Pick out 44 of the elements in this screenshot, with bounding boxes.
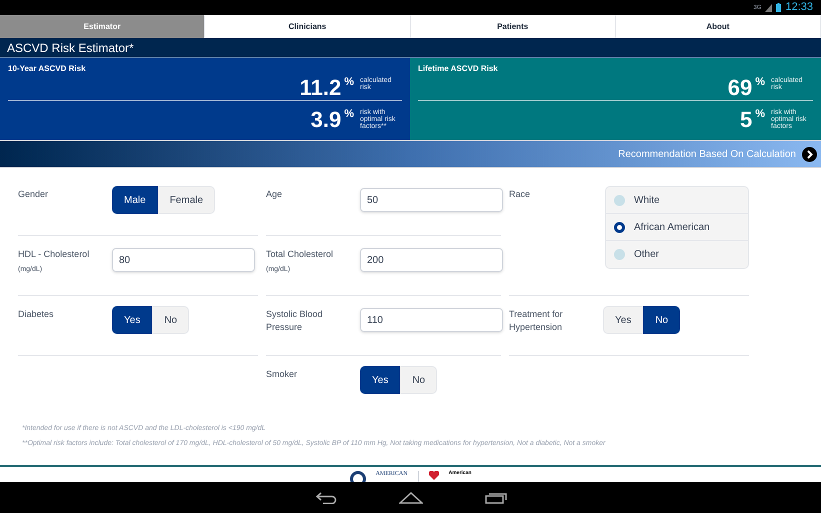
- input-field[interactable]: 200: [360, 248, 503, 272]
- heart-logo-icon: [428, 471, 439, 480]
- signal-icon: [765, 4, 772, 12]
- percent-sign: %: [344, 77, 354, 88]
- field-label: Smoker: [266, 368, 298, 381]
- toggle-option[interactable]: Yes: [360, 366, 400, 394]
- field-label: Diabetes: [18, 308, 55, 321]
- field-label: Gender: [18, 188, 50, 201]
- field-label: Age: [266, 188, 284, 201]
- battery-icon: [776, 3, 782, 12]
- percent-sign: %: [755, 109, 765, 120]
- chevron-right-icon: [802, 146, 817, 162]
- radio-button[interactable]: [614, 222, 625, 232]
- risk-value: 5: [740, 109, 752, 131]
- toggle-option[interactable]: Female: [158, 186, 216, 214]
- field-label: Systolic Blood Pressure: [266, 308, 324, 334]
- input-field[interactable]: 110: [360, 308, 503, 332]
- input-field[interactable]: 50: [360, 188, 503, 212]
- percent-sign: %: [344, 109, 354, 120]
- radio-button[interactable]: [614, 194, 625, 206]
- toggle-option[interactable]: Male: [112, 186, 158, 214]
- page-title: ASCVD Risk Estimator*: [7, 40, 134, 56]
- percent-sign: %: [755, 77, 765, 88]
- risk-value: 11.2: [300, 77, 342, 99]
- clock: 12:33: [785, 2, 813, 13]
- input-field[interactable]: 80: [112, 248, 255, 272]
- radio-option[interactable]: African American: [606, 214, 748, 241]
- panel-title: 10-Year ASCVD Risk: [8, 63, 86, 75]
- toggle-option[interactable]: Yes: [112, 306, 152, 334]
- toggle-option[interactable]: No: [643, 306, 680, 334]
- home-icon[interactable]: [398, 492, 422, 504]
- radio-option[interactable]: White: [606, 187, 748, 214]
- toggle-option[interactable]: No: [400, 366, 438, 394]
- field-label: Race: [509, 188, 532, 201]
- toggle-option[interactable]: Yes: [603, 306, 644, 334]
- risk-value: 69: [728, 77, 752, 99]
- back-icon[interactable]: [314, 492, 336, 504]
- risk-value: 3.9: [310, 109, 342, 131]
- toggle-option[interactable]: No: [152, 306, 190, 334]
- radio-option[interactable]: Other: [606, 241, 748, 268]
- field-label: Treatment for Hypertension: [509, 308, 564, 334]
- panel-title: Lifetime ASCVD Risk: [418, 63, 498, 75]
- recents-icon[interactable]: [484, 492, 506, 504]
- radio-button[interactable]: [614, 249, 625, 260]
